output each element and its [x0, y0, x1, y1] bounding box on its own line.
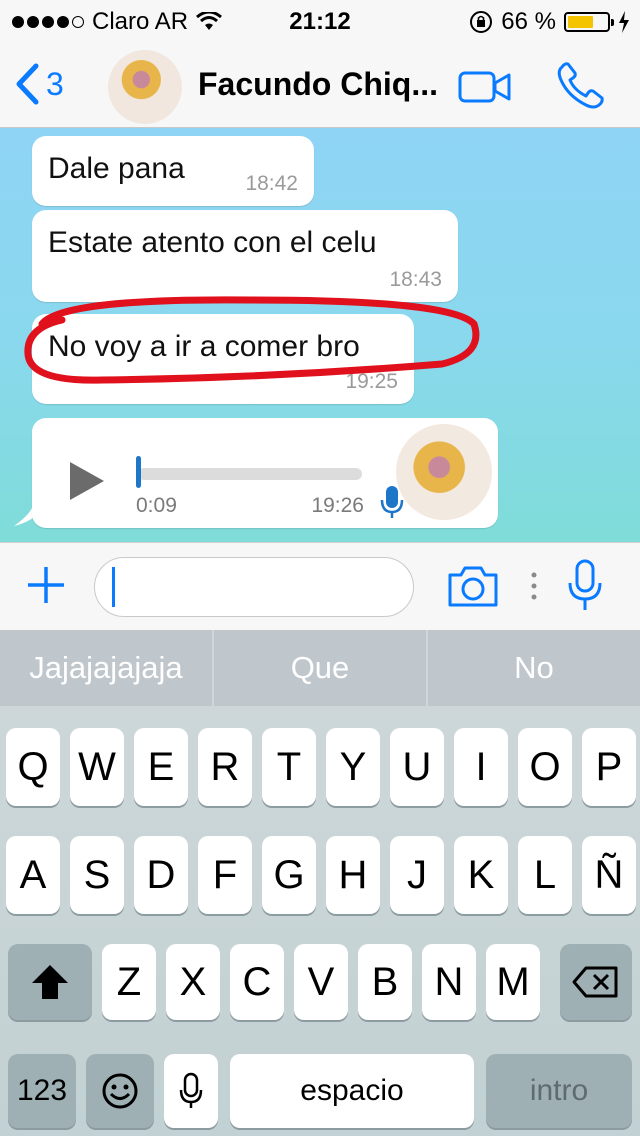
- key-z[interactable]: Z: [102, 944, 156, 1020]
- charging-bolt-icon: [619, 11, 629, 33]
- shift-key[interactable]: [8, 944, 92, 1020]
- message-time: 18:43: [389, 268, 442, 291]
- suggestion[interactable]: Que: [214, 630, 428, 706]
- key-r[interactable]: R: [198, 728, 252, 806]
- key-k[interactable]: K: [454, 836, 508, 914]
- predictive-bar: Jajajajajaja Que No: [0, 630, 640, 706]
- return-key[interactable]: intro: [486, 1054, 632, 1128]
- back-unread-count: 3: [46, 65, 64, 102]
- key-u[interactable]: U: [390, 728, 444, 806]
- key-m[interactable]: M: [486, 944, 540, 1020]
- key-x[interactable]: X: [166, 944, 220, 1020]
- numbers-key[interactable]: 123: [8, 1054, 76, 1128]
- key-q[interactable]: Q: [6, 728, 60, 806]
- emoji-icon: [102, 1073, 138, 1109]
- battery-percent: 66 %: [501, 8, 556, 35]
- chat-header: 3 Facundo Chiq...: [0, 44, 640, 128]
- voice-time: 19:26: [311, 494, 364, 517]
- key-t[interactable]: T: [262, 728, 316, 806]
- play-icon[interactable]: [70, 462, 104, 500]
- key-h[interactable]: H: [326, 836, 380, 914]
- message-time: 18:42: [245, 172, 298, 195]
- suggestion[interactable]: No: [428, 630, 640, 706]
- suggestion[interactable]: Jajajajajaja: [0, 630, 214, 706]
- status-right: 66 %: [469, 8, 630, 36]
- keyboard: Jajajajajaja Que No 123 espacio intro Q …: [0, 630, 640, 1136]
- battery-icon: [564, 12, 614, 32]
- key-a[interactable]: A: [6, 836, 60, 914]
- microphone-icon[interactable]: [566, 559, 604, 613]
- contact-name[interactable]: Facundo Chiq...: [198, 66, 438, 103]
- dictation-icon: [179, 1072, 203, 1108]
- composer-bar: [0, 542, 640, 630]
- space-key[interactable]: espacio: [230, 1054, 474, 1128]
- emoji-key[interactable]: [86, 1054, 154, 1128]
- key-o[interactable]: O: [518, 728, 572, 806]
- voice-progress-knob[interactable]: [136, 456, 141, 488]
- plus-icon[interactable]: [26, 565, 66, 605]
- message-text: No voy a ir a comer bro: [48, 330, 360, 363]
- video-call-icon[interactable]: [458, 70, 512, 104]
- message-text: Estate atento con el celu: [48, 226, 377, 259]
- key-b[interactable]: B: [358, 944, 412, 1020]
- backspace-icon: [572, 966, 618, 998]
- contact-avatar[interactable]: [108, 50, 182, 124]
- key-v[interactable]: V: [294, 944, 348, 1020]
- text-cursor: [112, 567, 115, 607]
- message-bubble[interactable]: Estate atento con el celu 18:43: [32, 210, 458, 302]
- key-p[interactable]: P: [582, 728, 636, 806]
- key-d[interactable]: D: [134, 836, 188, 914]
- backspace-key[interactable]: [560, 944, 632, 1020]
- message-bubble[interactable]: No voy a ir a comer bro 19:25: [32, 314, 414, 404]
- voice-duration: 0:09: [136, 494, 177, 517]
- key-i[interactable]: I: [454, 728, 508, 806]
- message-input[interactable]: [94, 557, 414, 617]
- sender-avatar: [396, 424, 492, 520]
- key-c[interactable]: C: [230, 944, 284, 1020]
- status-bar: Claro AR 21:12 66 %: [0, 0, 640, 44]
- key-w[interactable]: W: [70, 728, 124, 806]
- key-y[interactable]: Y: [326, 728, 380, 806]
- message-text: Dale pana: [48, 152, 185, 185]
- key-n[interactable]: N: [422, 944, 476, 1020]
- key-s[interactable]: S: [70, 836, 124, 914]
- message-list[interactable]: Dale pana 18:42 Estate atento con el cel…: [0, 128, 640, 542]
- camera-icon[interactable]: [446, 563, 500, 609]
- key-f[interactable]: F: [198, 836, 252, 914]
- back-button[interactable]: 3: [14, 62, 64, 106]
- more-icon[interactable]: [529, 571, 539, 601]
- key-g[interactable]: G: [262, 836, 316, 914]
- key-area: 123 espacio intro QWERTYUIOP ASDFGHJKLÑ ZX…: [0, 706, 640, 1136]
- key-ñ[interactable]: Ñ: [582, 836, 636, 914]
- chevron-left-icon: [16, 63, 39, 105]
- voice-message-bubble[interactable]: 0:09 19:26: [32, 418, 498, 528]
- orientation-lock-icon: [470, 11, 493, 33]
- shift-icon: [32, 965, 68, 999]
- key-l[interactable]: L: [518, 836, 572, 914]
- key-e[interactable]: E: [134, 728, 188, 806]
- voice-progress-track[interactable]: [138, 468, 362, 480]
- message-time: 19:25: [345, 370, 398, 393]
- phone-icon[interactable]: [556, 60, 606, 110]
- key-j[interactable]: J: [390, 836, 444, 914]
- dictation-key[interactable]: [164, 1054, 218, 1128]
- message-bubble[interactable]: Dale pana 18:42: [32, 136, 314, 206]
